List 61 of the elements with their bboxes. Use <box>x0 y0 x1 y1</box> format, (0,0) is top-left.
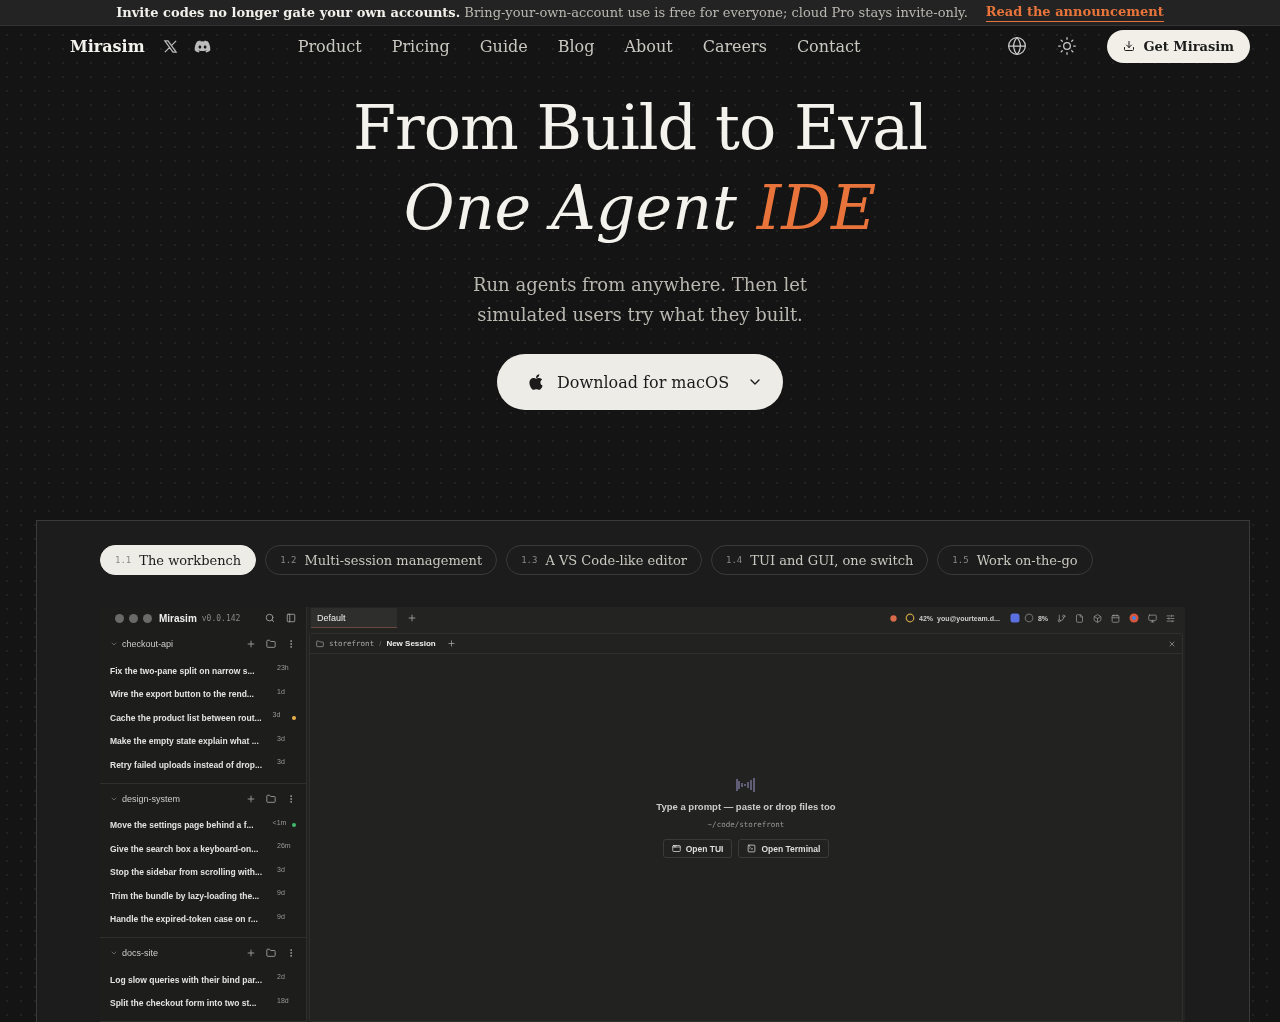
spinner-icon <box>1023 613 1034 623</box>
empty-state-text: Type a prompt — paste or drop files too <box>656 801 836 812</box>
window-icon <box>671 844 681 853</box>
apple-icon <box>527 373 545 391</box>
breadcrumb-separator: / <box>379 639 382 648</box>
sun-icon[interactable] <box>1057 36 1078 57</box>
cube-icon[interactable] <box>1093 613 1102 623</box>
nav-link[interactable]: Contact <box>796 36 861 56</box>
settings-icon[interactable] <box>1166 613 1175 623</box>
search-icon[interactable] <box>265 613 275 623</box>
session-tab[interactable]: Default <box>311 608 397 628</box>
nav-link[interactable]: About <box>624 36 673 56</box>
open-tui-button[interactable]: Open TUI <box>662 839 733 858</box>
feature-tab[interactable]: 1.1 The workbench <box>100 545 257 575</box>
sidebar-toggle-icon[interactable] <box>286 613 296 623</box>
calendar-icon[interactable] <box>1111 613 1120 623</box>
globe-icon[interactable] <box>1007 36 1028 57</box>
hero-title: From Build to Eval <box>352 90 928 166</box>
nav-link[interactable]: Guide <box>479 36 528 56</box>
nav-link[interactable]: Careers <box>702 36 767 56</box>
folder-icon[interactable] <box>266 948 276 958</box>
plus-icon[interactable] <box>246 639 256 649</box>
window-dot[interactable] <box>143 613 152 623</box>
download-button[interactable]: Download for macOS <box>497 354 783 410</box>
waveform-icon <box>736 777 756 793</box>
terminal-icon <box>747 844 757 853</box>
app-name: Mirasim <box>159 612 197 624</box>
window-dot[interactable] <box>129 613 138 623</box>
hero-description: Run agents from anywhere. Then let simulated users try what they built. <box>471 273 809 327</box>
x-icon[interactable] <box>162 38 178 54</box>
open-terminal-button[interactable]: Open Terminal <box>738 839 830 858</box>
get-app-button[interactable]: Get Mirasim <box>1107 29 1250 63</box>
nav-link[interactable]: Pricing <box>391 36 450 56</box>
plus-icon[interactable] <box>407 613 417 623</box>
project-name[interactable]: design-system <box>122 793 236 804</box>
file-icon[interactable] <box>1075 613 1084 623</box>
project-name[interactable]: docs-site <box>122 948 236 958</box>
close-icon[interactable] <box>1168 639 1176 648</box>
nav-link[interactable]: Product <box>297 36 362 56</box>
ring-icon <box>905 613 915 623</box>
plus-icon[interactable] <box>246 793 256 804</box>
window-dot[interactable] <box>115 613 124 623</box>
chevron-down-icon[interactable] <box>110 949 118 957</box>
folder-icon <box>316 639 324 648</box>
folder-icon[interactable] <box>266 793 276 804</box>
chevron-down-icon[interactable] <box>110 640 118 648</box>
hero-subtitle-line: One Agent IDE <box>403 170 877 246</box>
plus-icon[interactable] <box>246 948 256 958</box>
avatar-icon[interactable] <box>1009 613 1020 623</box>
download-icon <box>1123 40 1136 53</box>
nav-link[interactable]: Blog <box>557 36 595 56</box>
brand-logo[interactable]: Mirasim <box>70 36 145 56</box>
announcement-link[interactable]: Read the announcement <box>985 3 1164 22</box>
breadcrumb-session[interactable]: New Session <box>386 639 436 648</box>
project-name[interactable]: checkout-api <box>122 639 236 649</box>
branch-icon[interactable] <box>1057 613 1066 623</box>
plus-icon[interactable] <box>446 639 456 648</box>
monitor-icon[interactable] <box>1148 613 1157 623</box>
announcement-text: Invite codes no longer gate your own accounts. Bring-your-own-account use is free for everyone; cloud Pro stays invite-only. <box>116 5 968 21</box>
version-label: v0.0.142 <box>201 613 242 623</box>
folder-icon[interactable] <box>266 639 276 649</box>
